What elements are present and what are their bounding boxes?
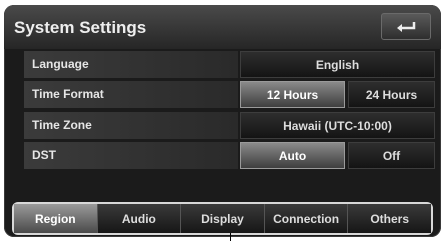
tab-display[interactable]: Display [180, 204, 264, 233]
callout-line [230, 233, 231, 241]
tab-audio[interactable]: Audio [96, 204, 181, 233]
tab-region[interactable]: Region [14, 204, 97, 233]
time-format-row: Time Format 12 Hours 24 Hours [4, 81, 441, 108]
time-zone-row: Time Zone Hawaii (UTC-10:00) [4, 112, 441, 139]
time-format-24h-button[interactable]: 24 Hours [348, 81, 435, 108]
language-row: Language English [4, 51, 441, 78]
language-label: Language [32, 57, 89, 71]
back-button[interactable] [381, 13, 431, 40]
dst-label: DST [32, 148, 56, 162]
page-title: System Settings [14, 18, 147, 37]
time-format-label: Time Format [32, 87, 104, 101]
header-bar: System Settings [4, 5, 441, 49]
back-arrow-icon [397, 21, 416, 32]
category-tab-bar: Region Audio Display Connection Others [12, 202, 433, 235]
time-zone-value-button[interactable]: Hawaii (UTC-10:00) [240, 112, 435, 139]
time-format-12h-button[interactable]: 12 Hours [240, 81, 345, 108]
dst-auto-button[interactable]: Auto [240, 142, 345, 169]
language-value-button[interactable]: English [240, 51, 435, 78]
tab-connection[interactable]: Connection [263, 204, 348, 233]
dst-row: DST Auto Off [4, 142, 441, 169]
time-zone-label: Time Zone [32, 118, 92, 132]
dst-off-button[interactable]: Off [348, 142, 435, 169]
tab-others[interactable]: Others [347, 204, 431, 233]
settings-screen: System Settings Language English Time Fo… [4, 5, 441, 237]
